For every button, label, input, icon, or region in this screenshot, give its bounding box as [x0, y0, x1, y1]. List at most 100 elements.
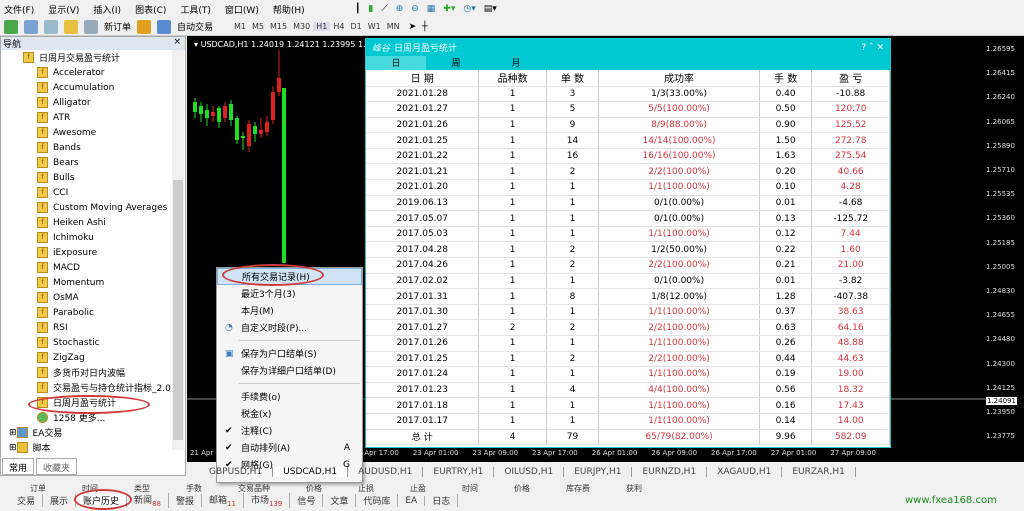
nav-item[interactable]: f Accumulation — [1, 80, 185, 95]
zoom-out-icon[interactable]: ⊖ — [411, 4, 419, 14]
nav-item[interactable]: f Awesome — [1, 125, 185, 140]
zoom-in-icon[interactable]: ⊕ — [396, 4, 404, 14]
symbol-tab[interactable]: GBPUSD,H1 — [199, 467, 274, 477]
menu-0[interactable]: 文件(F) — [4, 3, 34, 16]
nav-item[interactable]: f 日周月交易盈亏统计 — [1, 50, 185, 65]
new-chart-icon[interactable] — [4, 19, 18, 34]
nav-item[interactable]: f 多货币对日内波幅 — [1, 365, 185, 380]
symbol-tab[interactable]: AUDUSD,H1 — [348, 467, 424, 477]
metaeditor-icon[interactable] — [137, 19, 152, 34]
table-row[interactable]: 2017.01.18 1 1 1/1(100.00%) 0.16 17.43 — [366, 397, 890, 414]
nav-item[interactable]: f Ichimoku — [1, 230, 185, 245]
nav-item[interactable]: f MACD — [1, 260, 185, 275]
auto-trade-button[interactable]: 自动交易 — [177, 20, 213, 33]
menu-6[interactable]: 帮助(H) — [273, 3, 305, 16]
navigator-icon[interactable] — [64, 19, 78, 34]
table-row[interactable]: 2017.05.03 1 1 1/1(100.00%) 0.12 7.44 — [366, 226, 890, 243]
table-row[interactable]: 2021.01.20 1 1 1/1(100.00%) 0.10 4.28 — [366, 179, 890, 196]
table-row[interactable]: 2017.01.23 1 4 4/4(100.00%) 0.56 18.32 — [366, 382, 890, 399]
menu-item[interactable]: ✔ 自动排列(A) A — [217, 439, 362, 456]
nav-item[interactable]: f 交易盈亏与持仓统计指标_2.0 — [1, 380, 185, 395]
close-icon[interactable]: ✕ — [876, 43, 884, 53]
nav-item[interactable]: f Custom Moving Averages — [1, 200, 185, 215]
nav-item[interactable]: f Momentum — [1, 275, 185, 290]
scrollbar-thumb[interactable] — [173, 180, 183, 440]
expand-icon[interactable]: ⊞ — [9, 428, 17, 438]
symbol-tab[interactable]: EURJPY,H1 — [564, 467, 633, 477]
table-row[interactable]: 2021.01.21 1 2 2/2(100.00%) 0.20 40.66 — [366, 163, 890, 181]
nav-group[interactable]: ⊞ EA交易 — [1, 425, 185, 440]
tile-icon[interactable]: ▦ — [427, 4, 436, 14]
table-row[interactable]: 2017.01.31 1 8 1/8(12.00%) 1.28 -407.38 — [366, 288, 890, 305]
terminal-tab[interactable]: 展示 — [43, 494, 77, 507]
symbol-tab[interactable]: OILUSD,H1 — [494, 467, 565, 477]
terminal-tab[interactable]: 交易 — [10, 494, 44, 507]
terminal-tab[interactable]: 文章 — [323, 494, 357, 507]
signals-icon[interactable] — [157, 19, 172, 34]
timeframe-D1[interactable]: D1 — [347, 22, 364, 31]
bar-chart-icon[interactable]: ┃ — [355, 4, 360, 14]
timeframe-W1[interactable]: W1 — [365, 22, 384, 31]
expand-icon[interactable]: ⊞ — [9, 443, 17, 453]
menu-item[interactable]: ✔ 注释(C) — [217, 422, 362, 439]
close-icon[interactable]: × — [173, 37, 181, 50]
timeframe-M15[interactable]: M15 — [267, 22, 290, 31]
terminal-tab[interactable]: EA — [398, 495, 426, 506]
periods-icon[interactable]: ◷▾ — [463, 4, 475, 14]
timeframe-H4[interactable]: H4 — [330, 22, 347, 31]
nav-item[interactable]: f Parabolic — [1, 305, 185, 320]
help-icon[interactable]: ? — [861, 43, 866, 53]
nav-item[interactable]: f Bulls — [1, 170, 185, 185]
terminal-tab[interactable]: 日志 — [425, 494, 459, 507]
table-row[interactable]: 2021.01.28 1 3 1/3(33.00%) 0.40 -10.88 — [366, 86, 890, 103]
menu-item[interactable]: ▣ 保存为户口结单(S) — [217, 345, 362, 362]
tab-1[interactable]: 周 — [426, 56, 486, 70]
menu-item[interactable]: 本月(M) — [217, 302, 362, 319]
table-row[interactable]: 2017.04.26 1 2 2/2(100.00%) 0.21 21.00 — [366, 257, 890, 274]
nav-item[interactable]: f Bands — [1, 140, 185, 155]
table-row[interactable]: 2017.01.24 1 1 1/1(100.00%) 0.19 19.00 — [366, 366, 890, 383]
nav-item[interactable]: f Bears — [1, 155, 185, 170]
tab-common[interactable]: 常用 — [2, 458, 35, 475]
symbol-tab[interactable]: EURNZD,H1 — [632, 467, 708, 477]
menu-3[interactable]: 图表(C) — [135, 3, 166, 16]
market-watch-icon[interactable] — [44, 19, 58, 34]
menu-item[interactable]: 保存为详细户口结单(D) — [217, 362, 362, 379]
nav-item[interactable]: f Stochastic — [1, 335, 185, 350]
terminal-tab[interactable]: 市场139 — [244, 493, 291, 508]
table-row[interactable]: 2017.01.17 1 1 1/1(100.00%) 0.14 14.00 — [366, 413, 890, 430]
terminal-tab[interactable]: 警报 — [169, 494, 202, 507]
symbol-tab[interactable]: USDCAD,H1 — [273, 467, 349, 477]
table-row[interactable]: 2017.01.26 1 1 1/1(100.00%) 0.26 48.88 — [366, 335, 890, 352]
menu-item[interactable]: ◔ 自定义时段(P)... — [217, 319, 362, 336]
menu-5[interactable]: 窗口(W) — [225, 3, 259, 16]
tab-favorites[interactable]: 收藏夹 — [36, 458, 78, 475]
table-row[interactable]: 2017.01.25 1 2 2/2(100.00%) 0.44 44.63 — [366, 351, 890, 368]
new-order-button[interactable]: 新订单 — [104, 20, 131, 33]
price-axis[interactable]: 1.26595 1.26415 1.26240 1.26065 1.25890 1.257… — [986, 36, 1024, 462]
timeframe-MN[interactable]: MN — [384, 22, 403, 31]
timeframe-M1[interactable]: M1 — [231, 22, 249, 31]
symbol-tab[interactable]: EURZAR,H1 — [782, 467, 856, 477]
nav-item[interactable]: f CCI — [1, 185, 185, 200]
nav-item[interactable]: f iExposure — [1, 245, 185, 260]
menu-item[interactable]: 最近3个月(3) — [217, 285, 362, 302]
terminal-tab[interactable]: 新闻88 — [127, 493, 169, 508]
nav-group[interactable]: ⊞ 脚本 — [1, 440, 185, 455]
nav-item[interactable]: f ZigZag — [1, 350, 185, 365]
tab-2[interactable]: 月 — [486, 56, 546, 70]
timeframe-M30[interactable]: M30 — [290, 22, 313, 31]
candle-icon[interactable]: ▮ — [368, 4, 373, 14]
menu-1[interactable]: 显示(V) — [48, 3, 79, 16]
table-row[interactable]: 2017.04.28 1 2 1/2(50.00%) 0.22 1.60 — [366, 241, 890, 259]
table-row[interactable]: 2017.01.27 2 2 2/2(100.00%) 0.63 64.16 — [366, 319, 890, 336]
table-row[interactable]: 2017.02.02 1 1 0/1(0.00%) 0.01 -3.82 — [366, 273, 890, 290]
table-row[interactable]: 2019.06.13 1 1 0/1(0.00%) 0.01 -4.68 — [366, 195, 890, 212]
nav-item[interactable]: f Alligator — [1, 95, 185, 110]
table-row[interactable]: 2021.01.26 1 9 8/9(88.00%) 0.90 125.52 — [366, 117, 890, 134]
indicators-icon[interactable]: ✚▾ — [443, 4, 455, 14]
line-chart-icon[interactable]: ⟋ — [381, 4, 387, 14]
nav-item[interactable]: f RSI — [1, 320, 185, 335]
timeframe-M5[interactable]: M5 — [249, 22, 267, 31]
terminal-icon[interactable] — [84, 19, 98, 34]
